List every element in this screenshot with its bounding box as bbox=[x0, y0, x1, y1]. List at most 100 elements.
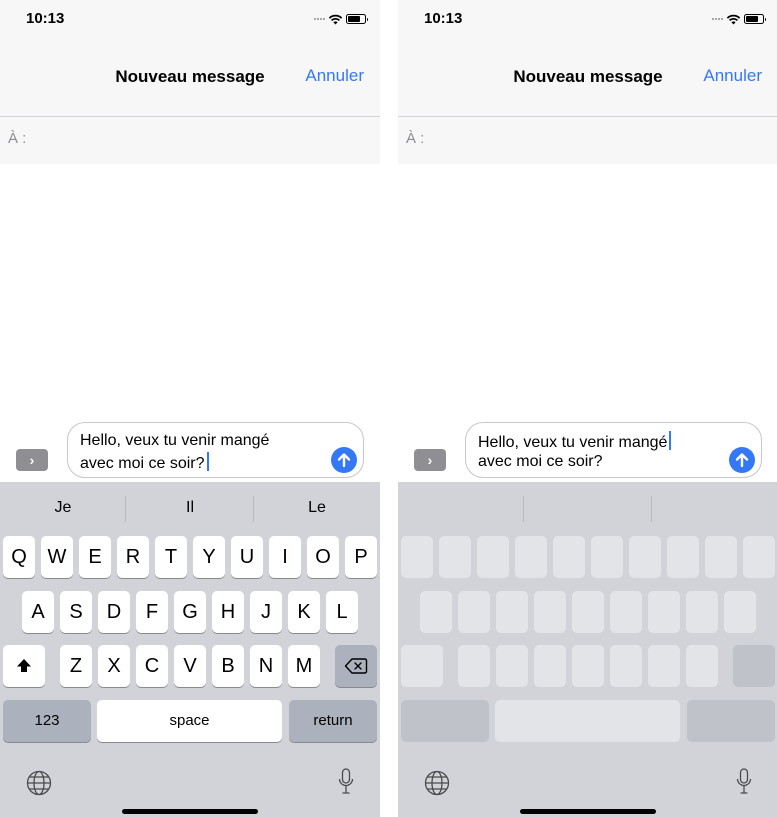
status-time: 10:13 bbox=[424, 10, 463, 27]
wifi-icon bbox=[726, 14, 741, 24]
blank-key bbox=[610, 591, 642, 633]
blank-key bbox=[572, 645, 604, 687]
prediction-2[interactable]: Il bbox=[127, 482, 253, 534]
globe-icon[interactable] bbox=[424, 770, 450, 796]
blank-key bbox=[401, 700, 489, 742]
key-q[interactable]: Q bbox=[3, 536, 35, 578]
space-key[interactable]: space bbox=[97, 700, 282, 742]
status-bar: 10:13 bbox=[0, 0, 380, 40]
key-l[interactable]: L bbox=[326, 591, 358, 633]
message-line-2: avec moi ce soir? bbox=[80, 455, 205, 472]
predictive-bar bbox=[398, 482, 777, 534]
key-z[interactable]: Z bbox=[60, 645, 92, 687]
blank-key bbox=[495, 700, 680, 742]
send-arrow-icon bbox=[735, 453, 749, 468]
key-h[interactable]: H bbox=[212, 591, 244, 633]
compose-bar: › Hello, veux tu venir mangé avec moi ce… bbox=[398, 416, 777, 482]
cancel-button[interactable]: Annuler bbox=[305, 66, 364, 86]
send-button[interactable] bbox=[729, 447, 755, 473]
prediction-divider bbox=[125, 496, 126, 522]
prediction-3[interactable]: Le bbox=[254, 482, 380, 534]
key-t[interactable]: T bbox=[155, 536, 187, 578]
key-w[interactable]: W bbox=[41, 536, 73, 578]
keyboard-trackpad-mode[interactable] bbox=[398, 482, 777, 817]
signal-icon bbox=[712, 18, 723, 20]
message-line-1-wrap: Hello, veux tu venir mangé bbox=[478, 431, 672, 453]
message-input[interactable]: Hello, veux tu venir mangé avec moi ce s… bbox=[465, 422, 762, 478]
key-e[interactable]: E bbox=[79, 536, 111, 578]
blank-key bbox=[458, 591, 490, 633]
home-indicator[interactable] bbox=[520, 809, 656, 814]
key-o[interactable]: O bbox=[307, 536, 339, 578]
apps-expand-button[interactable]: › bbox=[414, 449, 446, 471]
key-j[interactable]: J bbox=[250, 591, 282, 633]
blank-key bbox=[687, 700, 775, 742]
key-k[interactable]: K bbox=[288, 591, 320, 633]
status-bar: 10:13 bbox=[398, 0, 777, 40]
blank-key bbox=[477, 536, 509, 578]
key-v[interactable]: V bbox=[174, 645, 206, 687]
prediction-divider bbox=[651, 496, 652, 522]
key-c[interactable]: C bbox=[136, 645, 168, 687]
key-m[interactable]: M bbox=[288, 645, 320, 687]
send-button[interactable] bbox=[331, 447, 357, 473]
blank-key bbox=[648, 591, 680, 633]
key-r[interactable]: R bbox=[117, 536, 149, 578]
blank-key bbox=[401, 536, 433, 578]
recipient-label: À : bbox=[8, 130, 27, 147]
return-key[interactable]: return bbox=[289, 700, 377, 742]
key-p[interactable]: P bbox=[345, 536, 377, 578]
mic-icon[interactable] bbox=[338, 768, 354, 796]
message-line-1: Hello, veux tu venir mangé bbox=[80, 432, 270, 449]
key-d[interactable]: D bbox=[98, 591, 130, 633]
backspace-key[interactable] bbox=[335, 645, 377, 687]
blank-key bbox=[534, 645, 566, 687]
navigation-bar: Nouveau message Annuler bbox=[398, 40, 777, 116]
recipient-label: À : bbox=[406, 130, 425, 147]
send-arrow-icon bbox=[337, 453, 351, 468]
key-i[interactable]: I bbox=[269, 536, 301, 578]
key-f[interactable]: F bbox=[136, 591, 168, 633]
shift-icon bbox=[17, 659, 31, 672]
cancel-button[interactable]: Annuler bbox=[703, 66, 762, 86]
key-a[interactable]: A bbox=[22, 591, 54, 633]
globe-icon[interactable] bbox=[26, 770, 52, 796]
predictive-bar: Je Il Le bbox=[0, 482, 380, 534]
blank-key bbox=[667, 536, 699, 578]
mic-icon[interactable] bbox=[736, 768, 752, 796]
text-cursor bbox=[206, 452, 209, 471]
key-s[interactable]: S bbox=[60, 591, 92, 633]
home-indicator[interactable] bbox=[122, 809, 258, 814]
key-b[interactable]: B bbox=[212, 645, 244, 687]
key-u[interactable]: U bbox=[231, 536, 263, 578]
message-input[interactable]: Hello, veux tu venir mangé avec moi ce s… bbox=[67, 422, 364, 478]
compose-bar: › Hello, veux tu venir mangé avec moi ce… bbox=[0, 416, 380, 482]
apps-expand-button[interactable]: › bbox=[16, 449, 48, 471]
shift-key[interactable] bbox=[3, 645, 45, 687]
battery-icon bbox=[744, 14, 766, 24]
blank-key bbox=[705, 536, 737, 578]
chevron-right-icon: › bbox=[29, 452, 35, 468]
blank-key bbox=[648, 645, 680, 687]
numbers-key[interactable]: 123 bbox=[3, 700, 91, 742]
prediction-1[interactable]: Je bbox=[0, 482, 126, 534]
blank-key bbox=[401, 645, 443, 687]
battery-icon bbox=[346, 14, 368, 24]
key-n[interactable]: N bbox=[250, 645, 282, 687]
recipient-field[interactable]: À : bbox=[398, 116, 777, 164]
text-cursor bbox=[669, 431, 672, 450]
key-x[interactable]: X bbox=[98, 645, 130, 687]
backspace-icon bbox=[344, 658, 368, 674]
blank-key bbox=[496, 645, 528, 687]
key-y[interactable]: Y bbox=[193, 536, 225, 578]
key-g[interactable]: G bbox=[174, 591, 206, 633]
phone-screen-left: 10:13 Nouveau message Annuler À : › Hell… bbox=[0, 0, 380, 817]
wifi-icon bbox=[328, 14, 343, 24]
blank-key bbox=[686, 591, 718, 633]
blank-key bbox=[534, 591, 566, 633]
blank-key bbox=[610, 645, 642, 687]
prediction-divider bbox=[523, 496, 524, 522]
phone-screen-right: 10:13 Nouveau message Annuler À : › Hell… bbox=[398, 0, 777, 817]
navigation-bar: Nouveau message Annuler bbox=[0, 40, 380, 116]
recipient-field[interactable]: À : bbox=[0, 116, 380, 164]
